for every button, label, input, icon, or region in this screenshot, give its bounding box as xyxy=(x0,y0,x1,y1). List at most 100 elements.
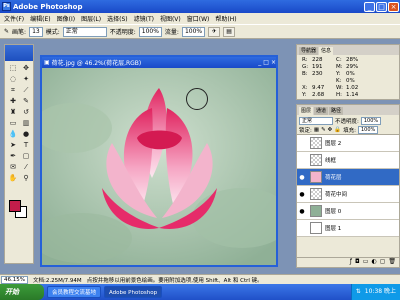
document-maximize-button[interactable]: □ xyxy=(263,59,269,66)
info-value: 230 xyxy=(312,71,323,77)
info-value: 1.02 xyxy=(346,85,359,91)
layer-name: 线框 xyxy=(325,158,337,164)
info-value: 1.14 xyxy=(346,92,359,98)
close-button[interactable]: × xyxy=(388,1,399,12)
layer-row[interactable]: ● 荷花层 xyxy=(297,169,399,186)
type-tool-icon[interactable]: T xyxy=(20,140,32,150)
layer-opacity-field[interactable]: 100% xyxy=(360,116,382,125)
zoom-field[interactable]: 46.15% xyxy=(1,275,28,284)
toolbox: ⬚ ✥ ◌ ✦ ⌗ ⟋ ✚ ✎ ♜ ↺ ▭ ▥ 💧 ● ➤ T ✒ ▢ ✉ ⁄ … xyxy=(4,44,34,264)
notes-tool-icon[interactable]: ✉ xyxy=(7,162,19,172)
status-bar: 46.15% 文档:2.25M/7.94M 点按并拖移以用前景色绘画。要用附加选… xyxy=(0,274,400,284)
layer-row[interactable]: 线框 xyxy=(297,152,399,169)
fill-field[interactable]: 100% xyxy=(358,126,379,134)
eye-icon[interactable]: ● xyxy=(297,208,307,215)
layer-row[interactable]: ● 荷花中间 xyxy=(297,186,399,203)
menu-help[interactable]: 帮助(H) xyxy=(215,14,236,23)
tab-info[interactable]: 信息 xyxy=(319,47,334,55)
tab-navigator[interactable]: 导航器 xyxy=(299,47,319,55)
lock-all-icon[interactable]: 🔒 xyxy=(334,127,341,133)
healing-brush-icon[interactable]: ✚ xyxy=(7,96,19,106)
document-titlebar: ▣ 荷花.jpg @ 46.2%(荷花层,RGB) _ □ × xyxy=(42,57,276,68)
layer-thumbnail xyxy=(310,154,322,166)
tab-layers[interactable]: 图层 xyxy=(299,107,314,115)
menu-select[interactable]: 选择(S) xyxy=(107,14,128,23)
brush-size-field[interactable]: 13 xyxy=(29,26,43,37)
info-panel: 导航器 信息 R: 228 C: 28% G: 191 M: 29% B: 230 Y: 0% K… xyxy=(296,44,400,100)
shape-tool-icon[interactable]: ▢ xyxy=(20,151,32,161)
mask-icon[interactable]: ◘ xyxy=(355,258,360,267)
eye-icon[interactable]: ● xyxy=(297,174,307,181)
taskbar-item-photoshop[interactable]: Adobe Photoshop xyxy=(104,286,163,298)
brush-tool-icon[interactable]: ✎ xyxy=(4,28,9,35)
layer-thumbnail xyxy=(310,137,322,149)
clone-stamp-icon[interactable]: ♜ xyxy=(7,107,19,117)
menu-filter[interactable]: 滤镜(T) xyxy=(134,14,154,23)
lock-move-icon[interactable]: ✥ xyxy=(328,127,333,133)
crop-tool-icon[interactable]: ⌗ xyxy=(7,85,19,95)
taskbar-item-forum[interactable]: 会员教程交流基地 xyxy=(47,286,102,298)
flow-field[interactable]: 100% xyxy=(181,26,206,37)
mode-select[interactable]: 正常 xyxy=(62,26,107,37)
hand-tool-icon[interactable]: ✋ xyxy=(7,173,19,183)
layer-name: 图层 1 xyxy=(325,226,342,232)
document-title: 荷花.jpg @ 46.2%(荷花层,RGB) xyxy=(51,60,142,67)
zoom-tool-icon[interactable]: ⚲ xyxy=(20,173,32,183)
menu-image[interactable]: 图像(I) xyxy=(57,14,75,23)
lock-transparency-icon[interactable]: ▦ xyxy=(314,127,319,133)
eraser-tool-icon[interactable]: ▭ xyxy=(7,118,19,128)
document-close-button[interactable]: × xyxy=(271,59,276,66)
marquee-tool-icon[interactable]: ⬚ xyxy=(7,63,19,73)
info-value: 9.47 xyxy=(312,85,325,91)
blend-mode-select[interactable]: 正常 xyxy=(299,116,333,125)
menu-window[interactable]: 窗口(W) xyxy=(187,14,210,23)
path-selection-icon[interactable]: ➤ xyxy=(7,140,19,150)
network-icon[interactable]: ⇅ xyxy=(356,284,361,300)
layer-row[interactable]: 图层 2 xyxy=(297,135,399,152)
trash-icon[interactable]: 🗑 xyxy=(388,258,396,267)
info-value: 28% xyxy=(346,57,359,63)
folder-icon[interactable]: ▭ xyxy=(363,258,369,267)
brush-cursor xyxy=(186,88,208,110)
airbrush-button[interactable]: ✈ xyxy=(208,26,221,37)
blur-tool-icon[interactable]: 💧 xyxy=(7,129,19,139)
image-canvas[interactable] xyxy=(42,68,276,265)
new-layer-icon[interactable]: ▢ xyxy=(380,258,386,267)
eye-icon[interactable]: ● xyxy=(297,191,307,198)
adjustment-layer-icon[interactable]: ◐ xyxy=(371,258,376,267)
dodge-tool-icon[interactable]: ● xyxy=(20,129,32,139)
start-button[interactable]: 开始 xyxy=(0,284,44,300)
tab-paths[interactable]: 路径 xyxy=(329,107,344,115)
layer-row[interactable]: 图层 1 xyxy=(297,220,399,237)
foreground-color-swatch[interactable] xyxy=(9,200,21,212)
gradient-tool-icon[interactable]: ▥ xyxy=(20,118,32,128)
lasso-tool-icon[interactable]: ◌ xyxy=(7,74,19,84)
magic-wand-icon[interactable]: ✦ xyxy=(20,74,32,84)
lock-label: 锁定: xyxy=(299,128,312,134)
history-brush-icon[interactable]: ↺ xyxy=(20,107,32,117)
info-label: B: xyxy=(302,71,308,77)
opacity-field[interactable]: 100% xyxy=(138,26,162,37)
menu-layer[interactable]: 图层(L) xyxy=(81,14,101,23)
lock-brush-icon[interactable]: ✎ xyxy=(321,127,326,133)
minimize-button[interactable]: _ xyxy=(364,1,375,12)
menu-view[interactable]: 视图(V) xyxy=(160,14,181,23)
layer-opacity-label: 不透明度: xyxy=(335,118,359,125)
palette-well-button[interactable]: ▤ xyxy=(223,26,236,37)
info-label: K: xyxy=(336,78,342,84)
eyedropper-icon[interactable]: ⁄ xyxy=(20,162,32,172)
move-tool-icon[interactable]: ✥ xyxy=(20,63,32,73)
document-minimize-button[interactable]: _ xyxy=(258,59,261,66)
tab-channels[interactable]: 通道 xyxy=(314,107,329,115)
doc-size[interactable]: 文档:2.25M/7.94M xyxy=(33,276,82,284)
info-label: M: xyxy=(336,64,343,70)
slice-tool-icon[interactable]: ⟋ xyxy=(20,85,32,95)
layer-row[interactable]: ● 图层 0 xyxy=(297,203,399,220)
maximize-button[interactable]: □ xyxy=(376,1,387,12)
menu-edit[interactable]: 编辑(E) xyxy=(30,14,50,23)
menu-file[interactable]: 文件(F) xyxy=(4,14,24,23)
pen-tool-icon[interactable]: ✒ xyxy=(7,151,19,161)
info-value: 2.68 xyxy=(312,92,325,98)
layer-style-icon[interactable]: ƒ xyxy=(350,258,352,267)
brush-tool-icon[interactable]: ✎ xyxy=(20,96,32,106)
